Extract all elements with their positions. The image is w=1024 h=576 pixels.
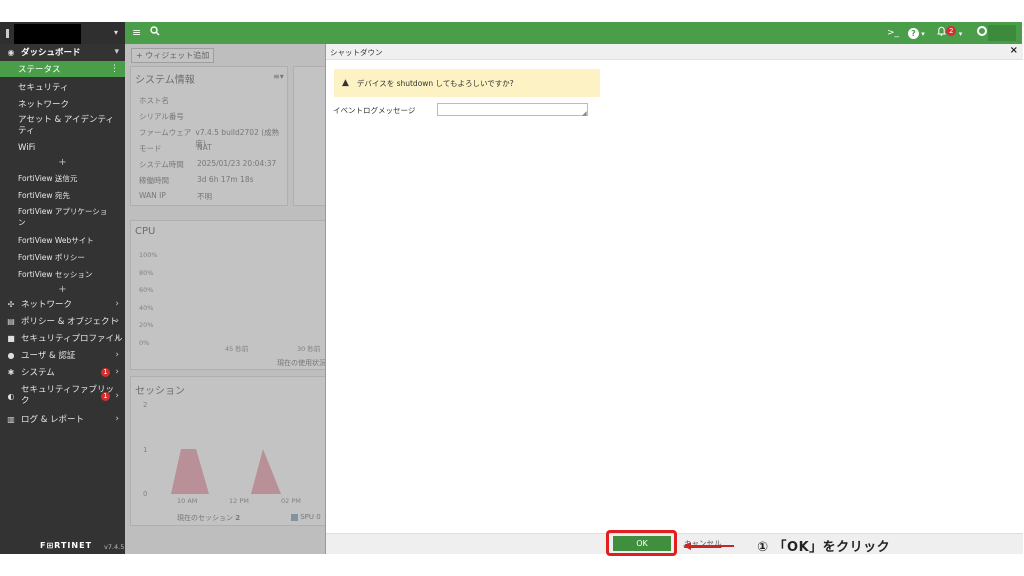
user-name-redacted[interactable]	[988, 25, 1016, 41]
sidebar-item-network-section[interactable]: ✣ ネットワーク ›	[0, 296, 125, 312]
system-alert-badge: 1	[101, 368, 110, 377]
user-icon: ●	[7, 350, 15, 360]
add-dashboard-button[interactable]: +	[0, 156, 125, 168]
dialog-header: シャットダウン ×	[326, 44, 1023, 60]
sidebar-item-fortiview-applications[interactable]: FortiView アプリケーショ ン	[0, 204, 125, 230]
dialog-title: シャットダウン	[330, 48, 383, 57]
chevron-right-icon: ›	[115, 316, 119, 326]
hostname-box[interactable]: ▾	[0, 22, 125, 44]
sidebar-item-fortiview-websites[interactable]: FortiView Webサイト	[0, 232, 125, 248]
notification-badge: 2	[946, 26, 957, 36]
sidebar-item-wifi[interactable]: WiFi	[0, 140, 125, 156]
sidebar-item-security-profiles[interactable]: ■ セキュリティプロファイル ›	[0, 330, 125, 346]
close-icon[interactable]: ×	[1010, 45, 1018, 56]
sidebar-item-security[interactable]: セキュリティ	[0, 79, 125, 95]
shutdown-dialog: シャットダウン × ▲ デバイスを shutdown してもよろしいですか? イ…	[325, 44, 1023, 554]
warning-icon: ▲	[342, 78, 349, 88]
resize-handle-icon[interactable]: ◢	[582, 110, 587, 117]
fabric-icon: ◐	[7, 391, 15, 401]
sidebar-item-security-fabric[interactable]: ◐ セキュリティファブリッ ク 1 ›	[0, 382, 125, 410]
chevron-down-icon: ▾	[114, 28, 119, 37]
menu-icon[interactable]: ≡	[132, 26, 141, 40]
sidebar-item-assets[interactable]: アセット & アイデンティ ティ	[0, 113, 125, 139]
bell-icon[interactable]: 2 ▾	[936, 26, 962, 41]
sidebar-item-user-auth[interactable]: ● ユーザ & 認証 ›	[0, 347, 125, 363]
policy-icon: ▤	[7, 316, 15, 326]
fabric-alert-badge: 1	[101, 392, 110, 401]
search-icon[interactable]	[150, 26, 160, 40]
chevron-right-icon: ›	[115, 350, 119, 360]
top-bar: ▾ ≡ >_ ? ▾ 2 ▾	[0, 22, 1022, 44]
chart-icon: ▥	[7, 414, 15, 424]
kebab-icon[interactable]: ⋮	[110, 64, 119, 74]
event-log-input[interactable]	[437, 103, 588, 116]
sidebar-item-fortiview-destinations[interactable]: FortiView 宛先	[0, 187, 125, 203]
sidebar-item-policy-objects[interactable]: ▤ ポリシー & オブジェクト ›	[0, 313, 125, 329]
chevron-right-icon: ›	[115, 367, 119, 377]
sidebar-item-fortiview-policies[interactable]: FortiView ポリシー	[0, 249, 125, 265]
fortinet-logo: F⊞RTINET	[40, 541, 93, 550]
gear-icon: ✱	[7, 367, 15, 377]
hostname-redacted	[14, 24, 81, 44]
sidebar-item-dashboard[interactable]: ◉ ダッシュボード ▾	[0, 44, 125, 60]
version-label: v7.4.5	[104, 543, 125, 551]
cli-icon[interactable]: >_	[887, 26, 899, 40]
device-icon	[6, 29, 9, 38]
chevron-right-icon: ›	[115, 299, 119, 309]
annotation-text: ① 「OK」をクリック	[757, 540, 891, 555]
sidebar-item-log-report[interactable]: ▥ ログ & レポート ›	[0, 411, 125, 427]
user-icon[interactable]	[977, 26, 987, 40]
chevron-right-icon: ›	[115, 391, 119, 401]
warning-message: ▲ デバイスを shutdown してもよろしいですか?	[334, 69, 600, 97]
dashboard-icon: ◉	[7, 47, 15, 57]
chevron-right-icon: ›	[115, 414, 119, 424]
chevron-down-icon: ▾	[114, 47, 119, 57]
help-icon[interactable]: ? ▾	[908, 26, 925, 41]
chevron-right-icon: ›	[115, 333, 119, 343]
sidebar-footer: F⊞RTINET v7.4.5	[0, 540, 125, 554]
add-fortiview-button[interactable]: +	[0, 283, 125, 295]
ok-button[interactable]: OK	[613, 536, 671, 551]
sidebar-item-system[interactable]: ✱ システム 1 ›	[0, 364, 125, 380]
screen: ▾ ≡ >_ ? ▾ 2 ▾ ◉ ダッシュボード ▾ ステータス ⋮ セキュリテ…	[0, 0, 1024, 576]
modal-overlay	[125, 44, 325, 554]
sidebar-item-fortiview-sessions[interactable]: FortiView セッション	[0, 266, 125, 282]
sidebar-item-network[interactable]: ネットワーク	[0, 96, 125, 112]
network-icon: ✣	[7, 299, 15, 309]
event-log-label: イベントログメッセージ	[333, 106, 416, 115]
sidebar-item-status[interactable]: ステータス ⋮	[0, 61, 125, 77]
sidebar-item-fortiview-sources[interactable]: FortiView 送信元	[0, 170, 125, 186]
lock-icon: ■	[7, 333, 15, 343]
dashboard-background: + ウィジェット追加 システム情報 ≡▾ ホスト名 シリアル番号 ファームウェア…	[125, 44, 325, 554]
annotation-arrow	[690, 545, 734, 547]
sidebar: ◉ ダッシュボード ▾ ステータス ⋮ セキュリティ ネットワーク アセット &…	[0, 44, 125, 554]
